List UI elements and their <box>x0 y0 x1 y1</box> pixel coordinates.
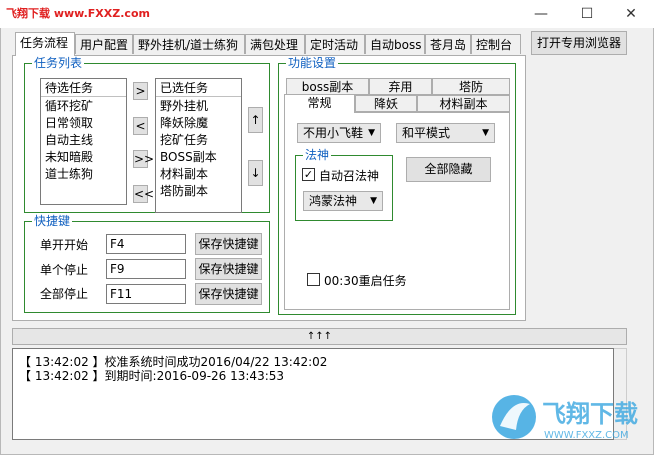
subtab-material-dungeon[interactable]: 材料副本 <box>417 95 510 112</box>
list-item[interactable]: 未知暗殿 <box>45 150 93 165</box>
list-item[interactable]: 塔防副本 <box>160 184 208 199</box>
move-up-button[interactable]: ↑ <box>248 107 263 133</box>
list-item[interactable]: 道士练狗 <box>45 167 93 182</box>
divine-group-title: 法神 <box>303 148 332 162</box>
move-all-right-button[interactable]: >> <box>133 150 154 168</box>
minimize-button[interactable]: — <box>518 0 564 28</box>
list-item[interactable]: 挖矿任务 <box>160 133 208 148</box>
move-right-button[interactable]: > <box>133 82 148 100</box>
list-item[interactable]: 日常领取 <box>45 116 93 131</box>
chevron-down-icon: ▼ <box>368 128 375 138</box>
subtab-tower-defense[interactable]: 塔防 <box>432 78 510 95</box>
watermark-text: 飞翔下载 <box>542 400 638 428</box>
divine-type-value: 鸿蒙法神 <box>309 194 358 208</box>
list-item[interactable]: BOSS副本 <box>160 150 217 165</box>
chevron-down-icon: ▼ <box>482 128 489 138</box>
save-hotkey-button[interactable]: 保存快捷键 <box>195 283 262 305</box>
auto-summon-checkbox[interactable]: ✓ <box>302 168 315 181</box>
task-list-title: 任务列表 <box>32 56 85 70</box>
list-item[interactable]: 材料副本 <box>160 167 208 182</box>
hotkey-title: 快捷键 <box>32 214 73 228</box>
tab-field-idle[interactable]: 野外挂机/道士练狗 <box>133 34 245 54</box>
move-all-left-button[interactable]: << <box>133 185 154 203</box>
hotkey-label-stop-all: 全部停止 <box>40 287 89 301</box>
subtab-boss-dungeon[interactable]: boss副本 <box>286 78 369 95</box>
save-hotkey-button[interactable]: 保存快捷键 <box>195 233 262 255</box>
watermark-logo-graphic: 飞翔下载 WWW.FXXZ.COM <box>492 395 638 441</box>
save-hotkey-button[interactable]: 保存快捷键 <box>195 258 262 280</box>
open-browser-button[interactable]: 打开专用浏览器 <box>531 31 627 55</box>
subtab-general[interactable]: 常规 <box>284 94 355 113</box>
attack-mode-select[interactable]: 和平模式 ▼ <box>396 123 495 143</box>
tab-timed-events[interactable]: 定时活动 <box>305 34 365 54</box>
hotkey-label-stop-one: 单个停止 <box>40 263 89 277</box>
subtab-demon-slay[interactable]: 降妖 <box>355 95 417 112</box>
tab-task-flow[interactable]: 任务流程 <box>15 32 75 56</box>
move-down-button[interactable]: ↓ <box>248 160 263 186</box>
move-left-button[interactable]: < <box>133 117 148 135</box>
flying-shoe-select[interactable]: 不用小飞鞋 ▼ <box>297 123 381 143</box>
subtab-deprecated[interactable]: 弃用 <box>369 78 432 95</box>
hotkey-input-stop-one[interactable]: F9 <box>106 259 186 279</box>
window-title: 飞翔下载 www.FXXZ.com <box>6 7 150 20</box>
pending-task-list[interactable]: 待选任务 循环挖矿 日常领取 自动主线 未知暗殿 道士练狗 <box>40 78 127 205</box>
hide-all-button[interactable]: 全部隐藏 <box>406 157 491 182</box>
tab-auto-boss[interactable]: 自动boss <box>365 34 425 54</box>
log-splitter[interactable]: ↑↑↑ <box>12 328 627 345</box>
restart-task-checkbox[interactable] <box>307 273 320 286</box>
hotkey-input-stop-all[interactable]: F11 <box>106 284 186 304</box>
attack-mode-value: 和平模式 <box>402 126 451 140</box>
list-item[interactable]: 野外挂机 <box>160 99 208 114</box>
chevron-down-icon: ▼ <box>370 196 377 206</box>
close-button[interactable]: ✕ <box>608 0 654 28</box>
maximize-button[interactable]: ☐ <box>564 0 610 28</box>
restart-task-label: 00:30重启任务 <box>324 274 407 288</box>
tab-user-config[interactable]: 用户配置 <box>75 34 133 54</box>
auto-summon-label: 自动召法神 <box>319 169 380 183</box>
tab-console[interactable]: 控制台 <box>471 34 521 54</box>
selected-list-header: 已选任务 <box>156 79 241 97</box>
pending-list-header: 待选任务 <box>41 79 126 97</box>
tab-full-bag[interactable]: 满包处理 <box>245 34 305 54</box>
hotkey-label-start: 单开开始 <box>40 238 89 252</box>
flying-shoe-value: 不用小飞鞋 <box>303 126 364 140</box>
selected-task-list[interactable]: 已选任务 野外挂机 降妖除魔 挖矿任务 BOSS副本 材料副本 塔防副本 <box>155 78 242 213</box>
divine-type-select[interactable]: 鸿蒙法神 ▼ <box>303 191 383 211</box>
watermark-url: WWW.FXXZ.COM <box>544 430 629 441</box>
list-item[interactable]: 自动主线 <box>45 133 93 148</box>
list-item[interactable]: 循环挖矿 <box>45 99 93 114</box>
fxxz-watermark-logo: 飞翔下载 WWW.FXXZ.COM <box>488 390 648 445</box>
list-item[interactable]: 降妖除魔 <box>160 116 208 131</box>
tab-cangyue-island[interactable]: 苍月岛 <box>425 34 471 54</box>
log-line: 【 13:42:02 】到期时间:2016-09-26 13:43:53 <box>19 369 285 383</box>
hotkey-input-start[interactable]: F4 <box>106 234 186 254</box>
divine-group <box>295 155 393 221</box>
feature-settings-title: 功能设置 <box>286 56 339 70</box>
